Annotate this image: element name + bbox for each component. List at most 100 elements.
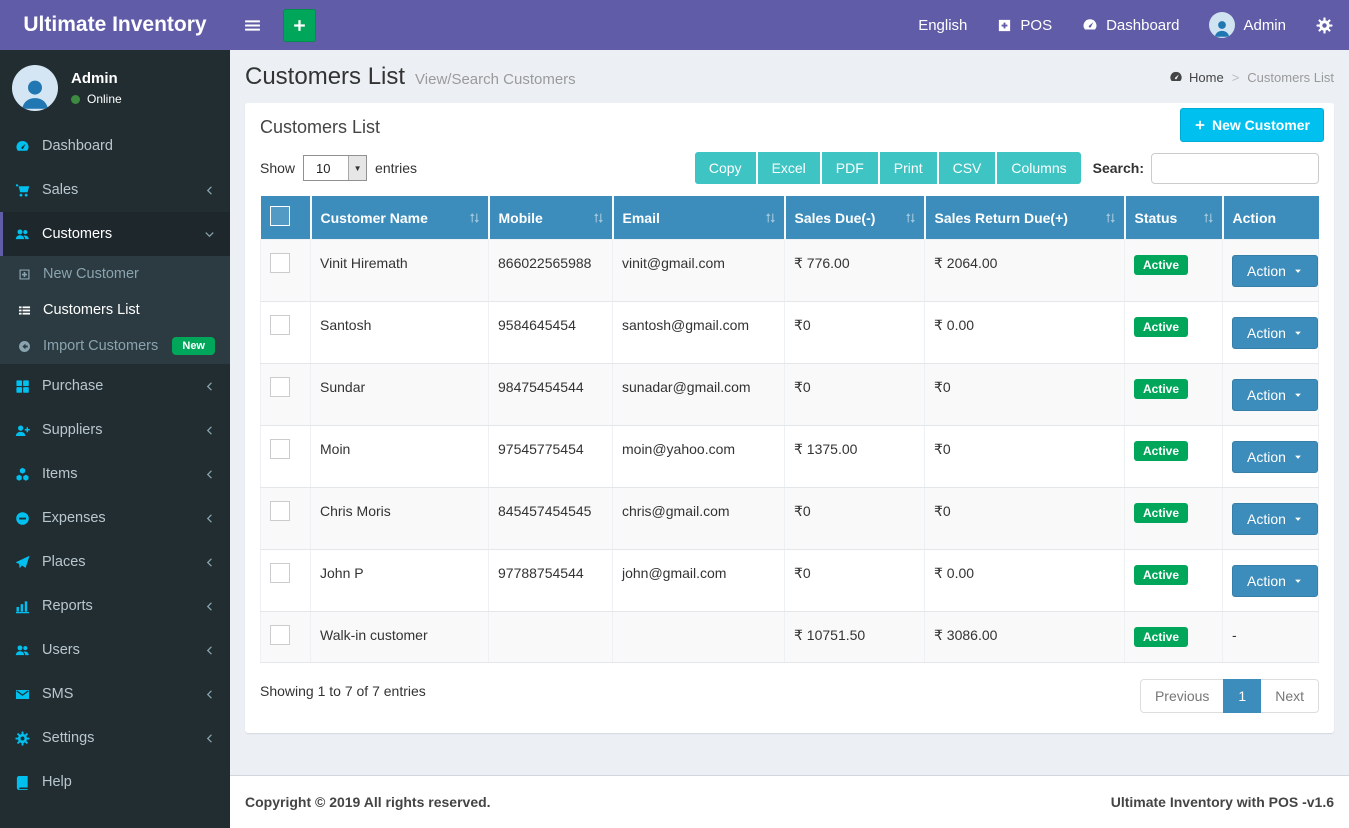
table-row: John P 97788754544 john@gmail.com ₹0 ₹ 0.00 A… — [260, 549, 1319, 612]
page-length-control: Show 10 ▼ entries — [260, 155, 417, 181]
pagination-next-button[interactable]: Next — [1260, 679, 1319, 713]
pos-link[interactable]: POS — [997, 17, 1052, 34]
online-dot-icon — [71, 94, 80, 104]
sort-icon — [904, 211, 917, 224]
bar-chart-icon — [15, 599, 42, 614]
chevron-down-icon: ▼ — [348, 156, 367, 180]
sidebar-item-expenses[interactable]: Expenses — [0, 496, 230, 540]
sidebar-item-label: Help — [42, 774, 72, 790]
column-header-mobile[interactable]: Mobile — [487, 196, 613, 240]
chevron-down-icon — [204, 229, 215, 240]
content-header: Customers List View/Search Customers Hom… — [230, 50, 1349, 103]
app-brand[interactable]: Ultimate Inventory — [0, 0, 230, 50]
cubes-icon — [15, 467, 42, 482]
grid-icon — [15, 379, 42, 394]
page-subtitle: View/Search Customers — [415, 71, 576, 88]
column-header-email[interactable]: Email — [611, 196, 785, 240]
row-checkbox[interactable] — [270, 439, 290, 459]
export-copy-button[interactable]: Copy — [694, 152, 756, 184]
dashboard-link[interactable]: Dashboard — [1082, 17, 1179, 34]
cell-email — [612, 611, 785, 663]
cell-sales-due: ₹ 776.00 — [784, 239, 925, 302]
sidebar-item-reports[interactable]: Reports — [0, 584, 230, 628]
select-all-checkbox[interactable] — [269, 206, 290, 226]
quick-add-button[interactable] — [283, 8, 316, 42]
sidebar-item-label: Dashboard — [42, 138, 113, 154]
cell-sales-due: ₹0 — [784, 363, 925, 426]
sidebar-item-suppliers[interactable]: Suppliers — [0, 408, 230, 452]
export-excel-button[interactable]: Excel — [757, 152, 820, 184]
user-menu[interactable]: Admin — [1209, 12, 1286, 38]
cell-sales-due: ₹ 10751.50 — [784, 611, 925, 663]
column-header-customer-name[interactable]: Customer Name — [309, 196, 489, 240]
cell-mobile: 9584645454 — [488, 301, 613, 364]
user-plus-icon — [15, 423, 42, 438]
row-checkbox[interactable] — [270, 625, 290, 645]
sidebar-item-customers[interactable]: Customers — [0, 212, 230, 256]
row-checkbox[interactable] — [270, 315, 290, 335]
action-button[interactable]: Action — [1232, 565, 1318, 597]
action-button[interactable]: Action — [1232, 503, 1318, 535]
row-checkbox[interactable] — [270, 501, 290, 521]
pagination-previous-button[interactable]: Previous — [1139, 679, 1225, 713]
sidebar-subitem-customers-list[interactable]: Customers List — [0, 292, 230, 328]
plus-square-icon — [997, 18, 1012, 33]
settings-menu[interactable] — [1316, 17, 1333, 34]
export-csv-button[interactable]: CSV — [938, 152, 996, 184]
sidebar-item-sms[interactable]: SMS — [0, 672, 230, 716]
new-customer-button[interactable]: New Customer — [1179, 108, 1324, 142]
panel-header: Customers List New Customer — [245, 103, 1334, 146]
chevron-left-icon — [204, 425, 215, 436]
language-menu[interactable]: English — [918, 17, 967, 34]
cell-status: Active — [1124, 549, 1223, 612]
sidebar-toggle-button[interactable] — [230, 0, 274, 50]
action-button[interactable]: Action — [1232, 441, 1318, 473]
sort-icon — [1202, 211, 1215, 224]
book-icon — [15, 775, 42, 790]
column-header-action: Action — [1221, 196, 1319, 240]
chevron-left-icon — [204, 469, 215, 480]
row-checkbox[interactable] — [270, 377, 290, 397]
column-header-sales-due[interactable]: Sales Due(-) — [783, 196, 925, 240]
cell-email: vinit@gmail.com — [612, 239, 785, 302]
sidebar-item-purchase[interactable]: Purchase — [0, 364, 230, 408]
sidebar-item-users[interactable]: Users — [0, 628, 230, 672]
sidebar-item-sales[interactable]: Sales — [0, 168, 230, 212]
customers-table-wrap: Customer Name Mobile Email Sales Due(-) Sale… — [245, 196, 1334, 663]
cell-customer-name: Santosh — [310, 301, 489, 364]
export-columns-button[interactable]: Columns — [997, 152, 1081, 184]
action-button[interactable]: Action — [1232, 255, 1318, 287]
sidebar-item-items[interactable]: Items — [0, 452, 230, 496]
avatar — [1209, 12, 1236, 38]
cell-status: Active — [1124, 487, 1223, 550]
column-header-status[interactable]: Status — [1123, 196, 1223, 240]
gears-icon — [1316, 17, 1333, 34]
page-length-select[interactable]: 10 ▼ — [303, 155, 368, 181]
sidebar-subitem-new-customer[interactable]: New Customer — [0, 256, 230, 292]
sidebar-item-places[interactable]: Places — [0, 540, 230, 584]
action-button[interactable]: Action — [1232, 317, 1318, 349]
sidebar-item-settings[interactable]: Settings — [0, 716, 230, 760]
chevron-left-icon — [204, 689, 215, 700]
sidebar-item-dashboard[interactable]: Dashboard — [0, 124, 230, 168]
status-badge: Active — [1134, 255, 1189, 275]
sidebar-item-help[interactable]: Help — [0, 760, 230, 804]
breadcrumb-home[interactable]: Home — [1169, 70, 1224, 85]
cell-status: Active — [1124, 301, 1223, 364]
export-pdf-button[interactable]: PDF — [821, 152, 878, 184]
sidebar-subitem-import-customers[interactable]: Import Customers New — [0, 328, 230, 364]
column-header-sales-return-due[interactable]: Sales Return Due(+) — [923, 196, 1125, 240]
entries-label: entries — [375, 160, 418, 176]
row-checkbox[interactable] — [270, 253, 290, 273]
row-checkbox[interactable] — [270, 563, 290, 583]
sidebar-menu: Dashboard Sales Customers New Customer Custo… — [0, 124, 230, 804]
cell-mobile: 98475454544 — [488, 363, 613, 426]
page-title: Customers List View/Search Customers — [245, 63, 576, 90]
action-button[interactable]: Action — [1232, 379, 1318, 411]
cell-mobile: 845457454545 — [488, 487, 613, 550]
pagination-page-1-button[interactable]: 1 — [1223, 679, 1262, 713]
sidebar-item-label: Sales — [42, 182, 79, 198]
caret-down-icon — [1293, 576, 1303, 586]
export-print-button[interactable]: Print — [879, 152, 937, 184]
search-input[interactable] — [1151, 152, 1319, 184]
